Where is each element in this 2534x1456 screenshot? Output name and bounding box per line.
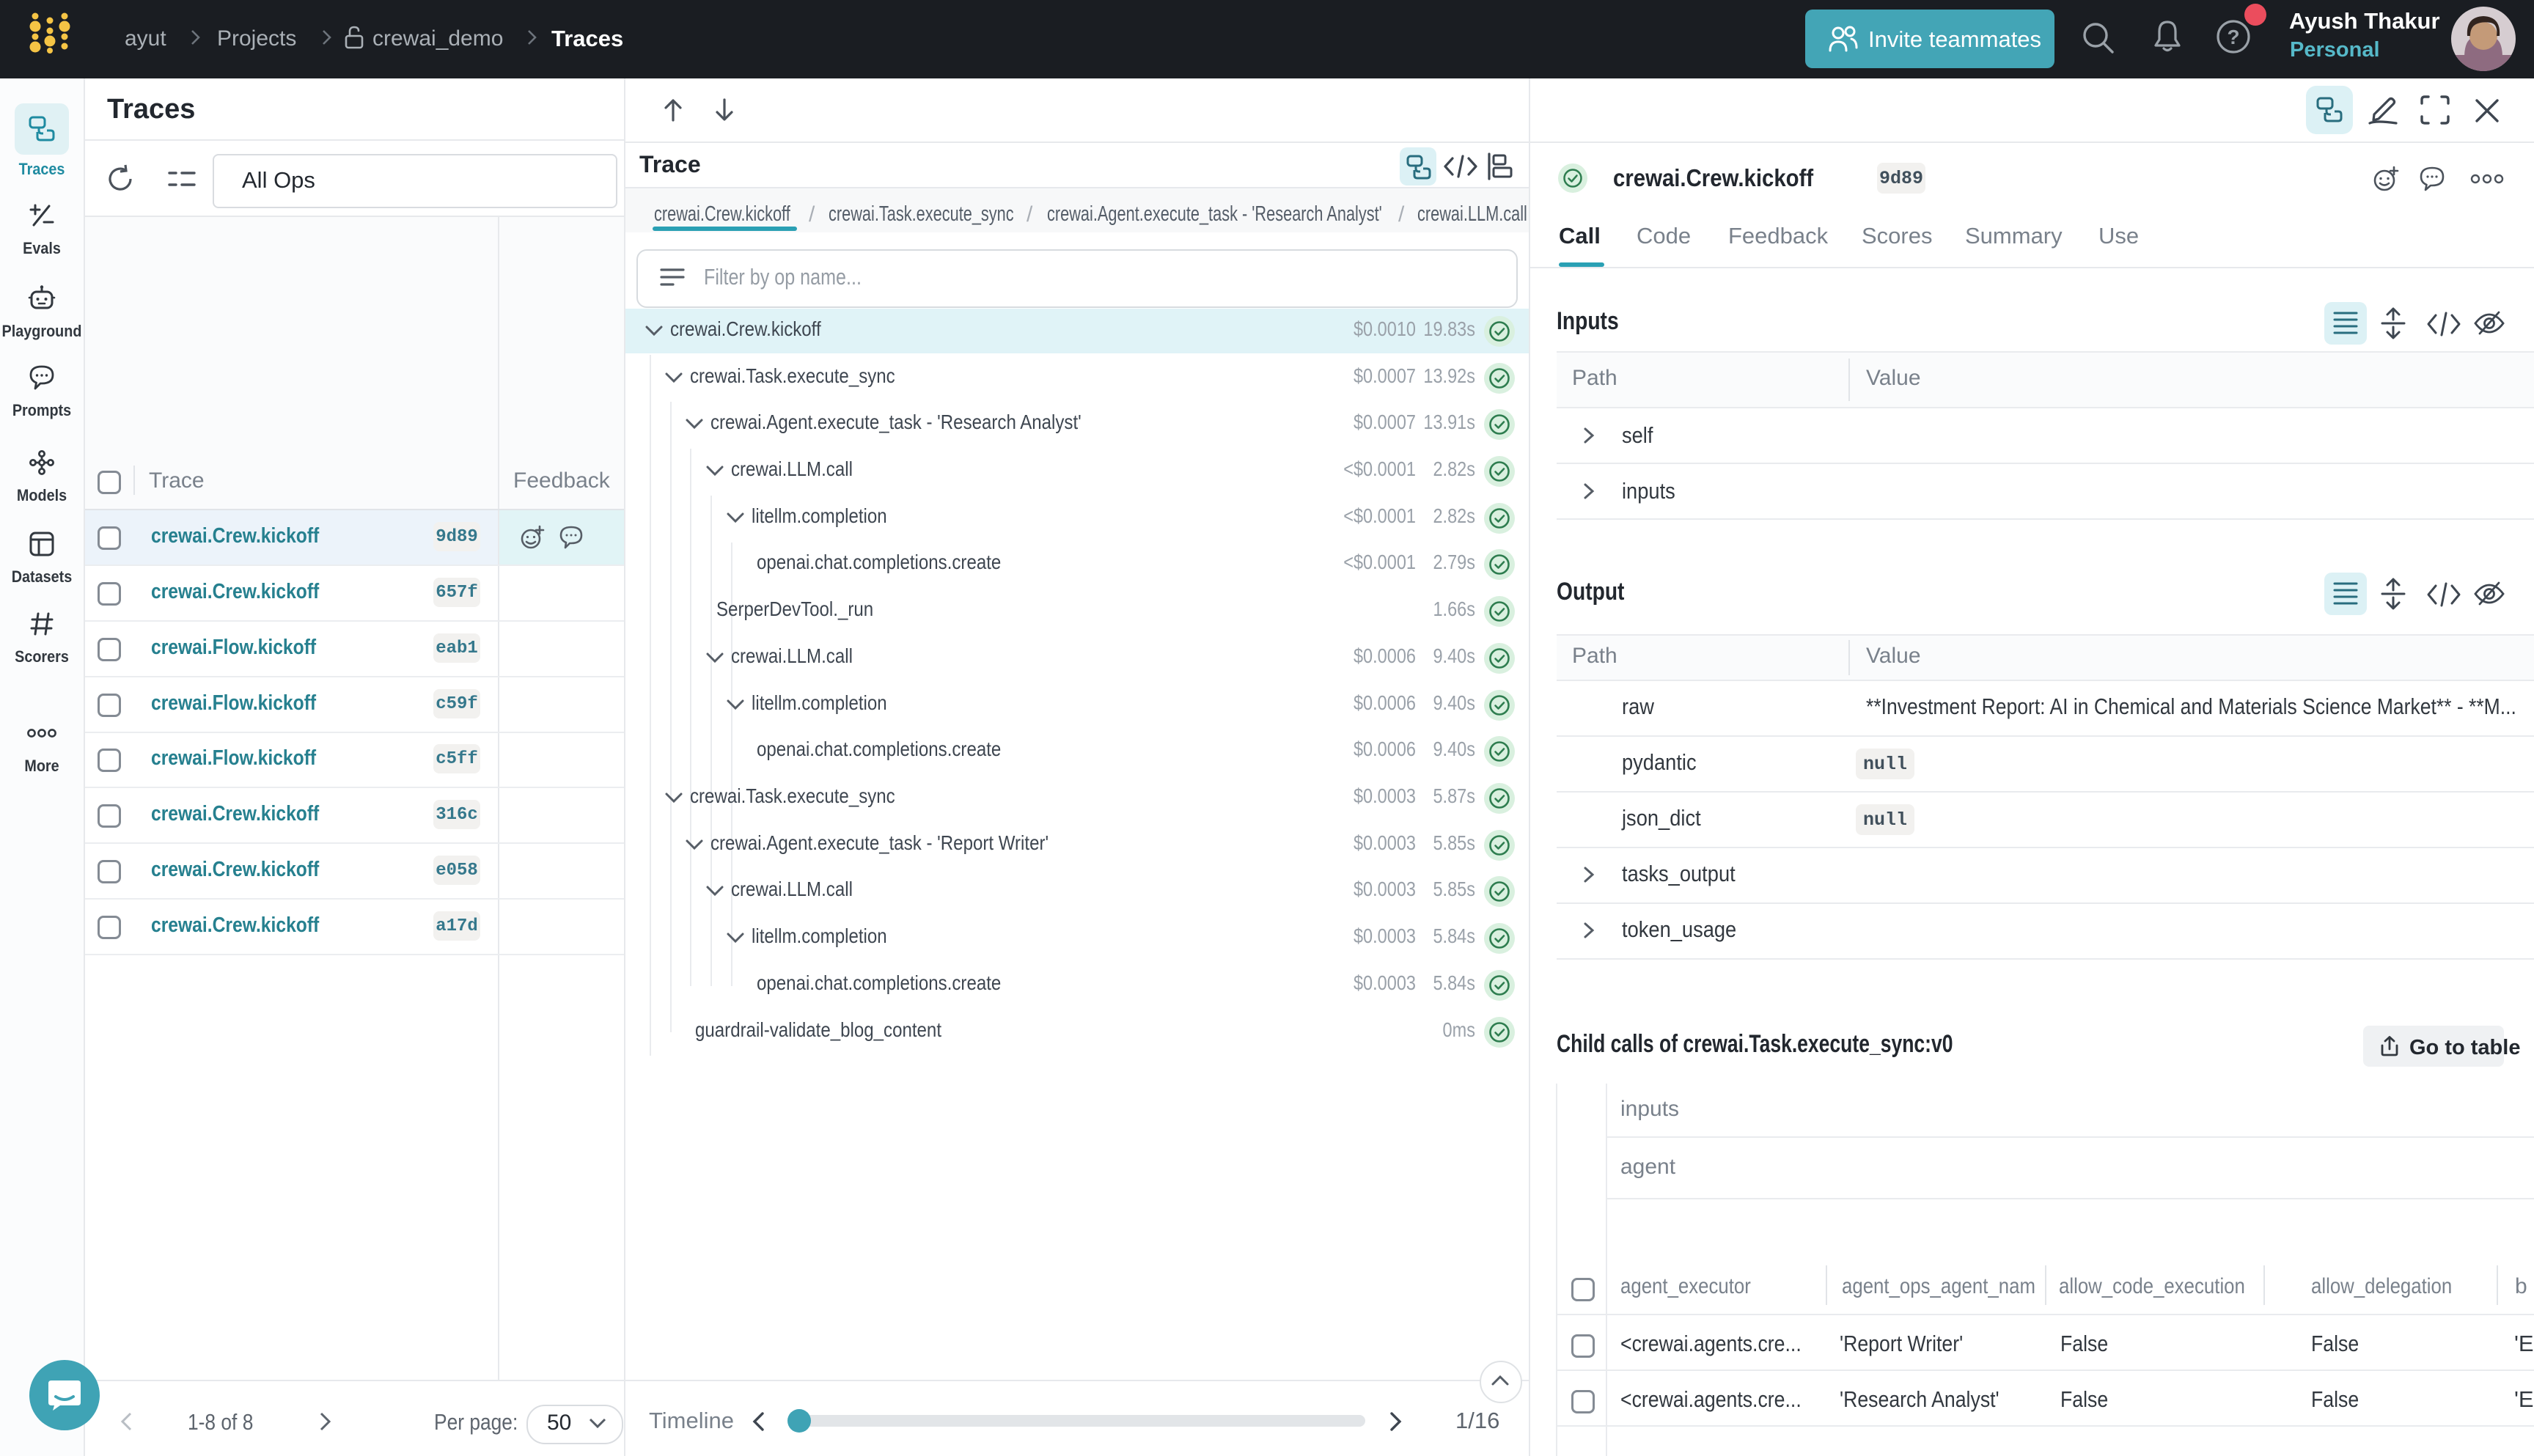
- svg-text:?: ?: [2227, 26, 2239, 48]
